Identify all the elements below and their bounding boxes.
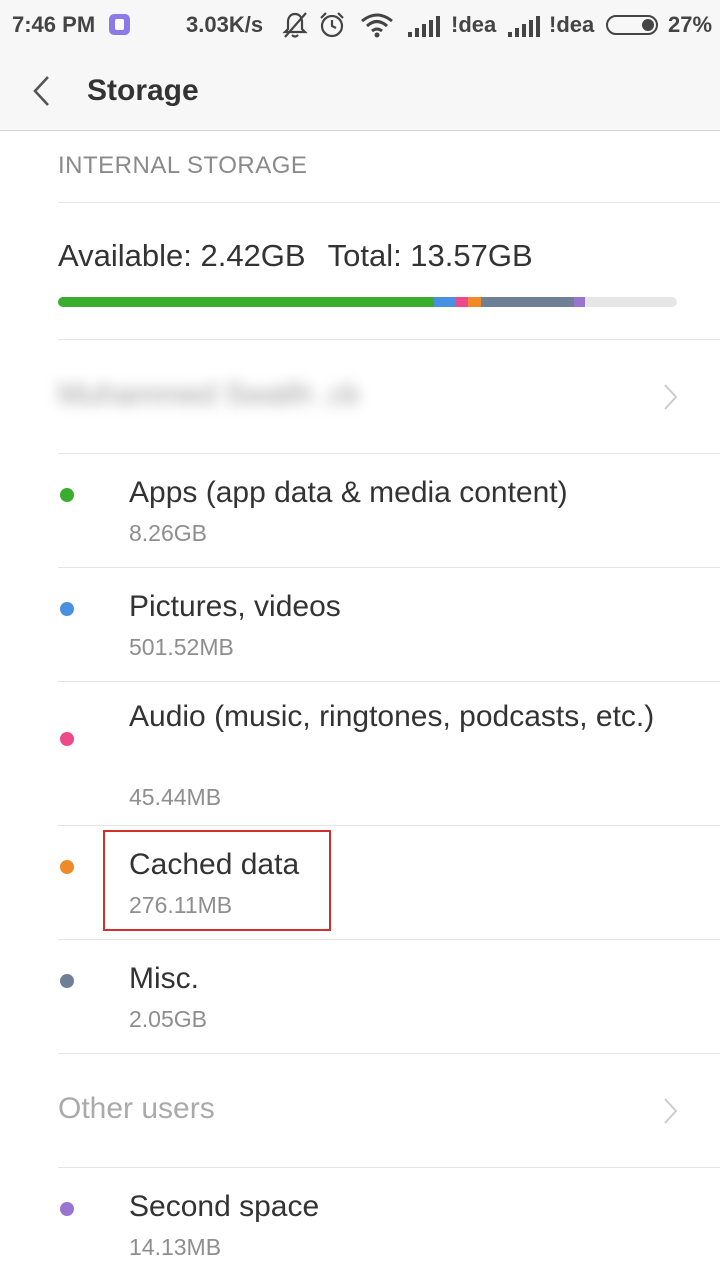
usage-segment [574, 297, 586, 307]
usage-segment [456, 297, 468, 307]
storage-category-misc[interactable]: Misc. 2.05GB [0, 940, 720, 1053]
notification-app-icon [109, 14, 130, 35]
chevron-right-icon [664, 1098, 678, 1124]
category-size: 501.52MB [129, 634, 234, 660]
network-speed: 3.03K/s [186, 12, 264, 37]
current-user-row[interactable]: Muhammed Swalih .ck [58, 340, 720, 452]
carrier-label-1: !dea [451, 12, 497, 37]
divider [58, 202, 720, 203]
section-header-internal-storage: INTERNAL STORAGE [58, 152, 308, 179]
storage-category-pictures-videos[interactable]: Pictures, videos 501.52MB [0, 568, 720, 681]
category-label: Audio (music, ringtones, podcasts, etc.) [129, 700, 655, 733]
misc-color-dot [60, 974, 74, 988]
status-time: 7:46 PM [12, 12, 96, 37]
title-bar: Storage [0, 52, 720, 131]
signal-icon-2 [508, 16, 540, 37]
alarm-icon [320, 12, 344, 38]
storage-category-audio[interactable]: Audio (music, ringtones, podcasts, etc.)… [0, 682, 720, 825]
usage-segment [467, 297, 481, 307]
storage-summary: Available: 2.42GB Total: 13.57GB [58, 238, 533, 274]
chevron-right-icon [664, 384, 678, 410]
other-users-label[interactable]: Other users [58, 1092, 215, 1126]
back-arrow-icon[interactable] [28, 74, 60, 108]
storage-usage-bar [58, 297, 677, 307]
total-storage: Total: 13.57GB [327, 238, 533, 273]
category-size: 2.05GB [129, 1006, 207, 1032]
pictures-color-dot [60, 602, 74, 616]
status-bar: 7:46 PM 3.03K/s !dea !dea 27% [0, 0, 720, 52]
category-label: Apps (app data & media content) [129, 476, 568, 509]
user-name: Muhammed Swalih .ck [58, 378, 360, 411]
battery-icon [606, 15, 658, 35]
page-title: Storage [87, 74, 199, 107]
mute-bell-icon [282, 12, 308, 38]
category-label: Pictures, videos [129, 590, 341, 623]
usage-segment [480, 297, 575, 307]
second-space-size: 14.13MB [129, 1234, 222, 1260]
category-size: 8.26GB [129, 520, 207, 546]
highlight-box [103, 830, 331, 931]
apps-color-dot [60, 488, 74, 502]
available-storage: Available: 2.42GB [58, 238, 306, 273]
category-label: Misc. [129, 962, 199, 995]
signal-icon-1 [408, 16, 440, 37]
wifi-icon [361, 13, 393, 38]
usage-segment [58, 297, 434, 307]
storage-category-apps[interactable]: Apps (app data & media content) 8.26GB [0, 454, 720, 567]
carrier-label-2: !dea [549, 12, 595, 37]
cached-color-dot [60, 860, 74, 874]
second-space-label: Second space [129, 1190, 320, 1223]
audio-color-dot [60, 732, 74, 746]
second-space-row[interactable]: Second space 14.13MB [0, 1168, 720, 1280]
battery-percentage: 27% [668, 12, 713, 37]
second-space-color-dot [60, 1202, 74, 1216]
category-size: 45.44MB [129, 784, 222, 810]
divider [58, 1053, 720, 1054]
usage-segment [433, 297, 456, 307]
